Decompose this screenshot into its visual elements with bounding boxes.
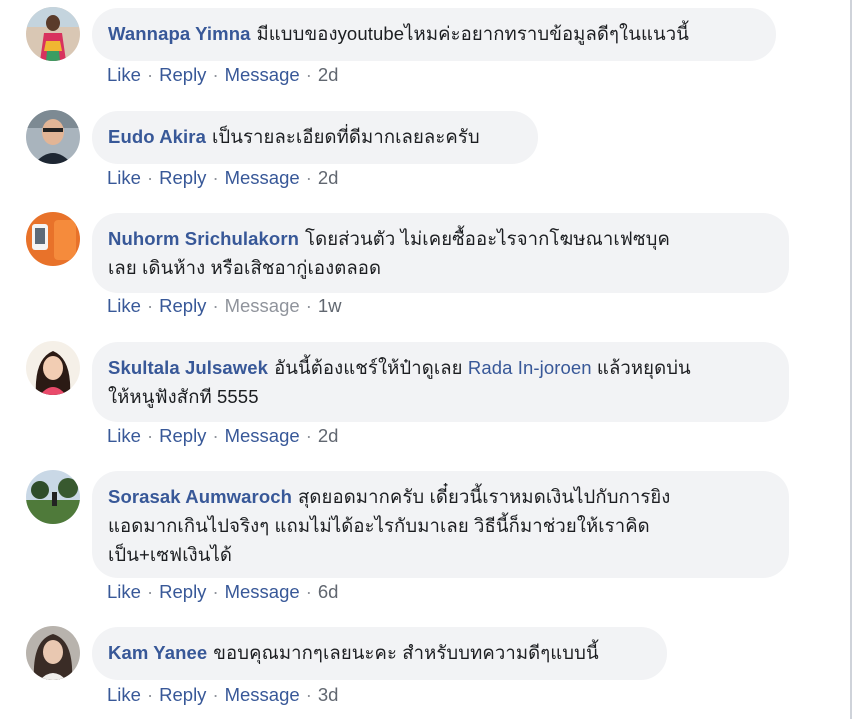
- separator: ·: [146, 64, 154, 85]
- comment-author[interactable]: Skultala Julsawek: [108, 357, 268, 378]
- comment-actions: Like · Reply · Message · 2d: [107, 167, 338, 189]
- comment-text: มีแบบของyoutubeไหมค่ะอยากทราบข้อมูลดีๆใน…: [256, 23, 689, 44]
- comments-panel: Wannapa Yimna มีแบบของyoutubeไหมค่ะอยากทร…: [0, 0, 852, 719]
- comment-bubble: Wannapa Yimna มีแบบของyoutubeไหมค่ะอยากทร…: [92, 8, 776, 61]
- separator: ·: [212, 581, 219, 602]
- reply-link[interactable]: Reply: [159, 684, 206, 705]
- comment-timestamp[interactable]: 2d: [318, 167, 339, 188]
- comment-text: โดยส่วนตัว ไม่เคยซื้ออะไรจากโฆษณาเฟซบุค: [305, 228, 670, 249]
- separator: ·: [146, 425, 154, 446]
- comment-actions: Like · Reply · Message · 3d: [107, 684, 338, 706]
- comment-author[interactable]: Sorasak Aumwaroch: [108, 486, 292, 507]
- comment-timestamp[interactable]: 2d: [318, 64, 339, 85]
- comment-text: แล้วหยุดบ่น: [596, 357, 691, 378]
- avatar[interactable]: [26, 626, 80, 680]
- comment-text: เป็น+เซฟเงินได้: [108, 544, 233, 565]
- comment-timestamp[interactable]: 3d: [318, 684, 339, 705]
- comment-bubble: Skultala Julsawek อันนี้ต้องแชร์ให้ป๋าดูเ…: [92, 342, 789, 422]
- avatar[interactable]: [26, 470, 80, 524]
- message-link[interactable]: Message: [225, 425, 300, 446]
- message-link[interactable]: Message: [225, 167, 300, 188]
- separator: ·: [212, 64, 219, 85]
- message-link[interactable]: Message: [225, 684, 300, 705]
- comment-text: ขอบคุณมากๆเลยนะคะ สำหรับบทความดีๆแบบนี้: [213, 642, 599, 663]
- comment-bubble: Nuhorm Srichulakorn โดยส่วนตัว ไม่เคยซื้อ…: [92, 213, 789, 293]
- comment-bubble: Eudo Akira เป็นรายละเอียดที่ดีมากเลยละครั…: [92, 111, 538, 164]
- separator: ·: [305, 684, 312, 705]
- comment-timestamp[interactable]: 6d: [318, 581, 339, 602]
- avatar[interactable]: [26, 7, 80, 61]
- comment-text: แอดมากเกินไปจริงๆ แถมไม่ได้อะไรกับมาเลย …: [108, 515, 650, 536]
- reply-link[interactable]: Reply: [159, 167, 206, 188]
- separator: ·: [212, 167, 219, 188]
- avatar[interactable]: [26, 341, 80, 395]
- comment-author[interactable]: Wannapa Yimna: [108, 23, 250, 44]
- message-link[interactable]: Message: [225, 64, 300, 85]
- comment-timestamp[interactable]: 2d: [318, 425, 339, 446]
- separator: ·: [146, 167, 154, 188]
- comment-text: ให้หนูฟังสักที 5555: [108, 386, 259, 407]
- message-link[interactable]: Message: [225, 581, 300, 602]
- like-link[interactable]: Like: [107, 64, 141, 85]
- like-link[interactable]: Like: [107, 425, 141, 446]
- reply-link[interactable]: Reply: [159, 581, 206, 602]
- separator: ·: [305, 295, 312, 316]
- comment-actions: Like · Reply · Message · 2d: [107, 425, 338, 447]
- comment-actions: Like · Reply · Message · 6d: [107, 581, 338, 603]
- comment-bubble: Kam Yanee ขอบคุณมากๆเลยนะคะ สำหรับบทความด…: [92, 627, 667, 680]
- like-link[interactable]: Like: [107, 684, 141, 705]
- separator: ·: [146, 684, 154, 705]
- like-link[interactable]: Like: [107, 581, 141, 602]
- separator: ·: [146, 581, 154, 602]
- separator: ·: [305, 581, 312, 602]
- like-link[interactable]: Like: [107, 295, 141, 316]
- comment-text: เป็นรายละเอียดที่ดีมากเลยละครับ: [211, 126, 480, 147]
- comment-actions: Like · Reply · Message · 2d: [107, 64, 338, 86]
- like-link[interactable]: Like: [107, 167, 141, 188]
- comment-actions: Like · Reply · Message · 1w: [107, 295, 342, 317]
- separator: ·: [305, 64, 312, 85]
- avatar[interactable]: [26, 212, 80, 266]
- message-link[interactable]: Message: [225, 295, 300, 316]
- separator: ·: [305, 167, 312, 188]
- reply-link[interactable]: Reply: [159, 425, 206, 446]
- avatar[interactable]: [26, 110, 80, 164]
- comment-bubble: Sorasak Aumwaroch สุดยอดมากครับ เดี๋ยวนี้…: [92, 471, 789, 578]
- mention-link[interactable]: Rada In-joroen: [468, 357, 592, 378]
- reply-link[interactable]: Reply: [159, 295, 206, 316]
- separator: ·: [305, 425, 312, 446]
- comment-timestamp[interactable]: 1w: [318, 295, 342, 316]
- comment-author[interactable]: Eudo Akira: [108, 126, 206, 147]
- reply-link[interactable]: Reply: [159, 64, 206, 85]
- separator: ·: [212, 425, 219, 446]
- comment-text: อันนี้ต้องแชร์ให้ป๋าดูเลย: [274, 357, 463, 378]
- comment-author[interactable]: Kam Yanee: [108, 642, 207, 663]
- separator: ·: [212, 684, 219, 705]
- comment-text: เลย เดินห้าง หรือเสิชอากู่เองตลอด: [108, 257, 382, 278]
- comment-text: สุดยอดมากครับ เดี๋ยวนี้เราหมดเงินไปกับกา…: [298, 486, 671, 507]
- comment-author[interactable]: Nuhorm Srichulakorn: [108, 228, 299, 249]
- separator: ·: [146, 295, 154, 316]
- separator: ·: [212, 295, 219, 316]
